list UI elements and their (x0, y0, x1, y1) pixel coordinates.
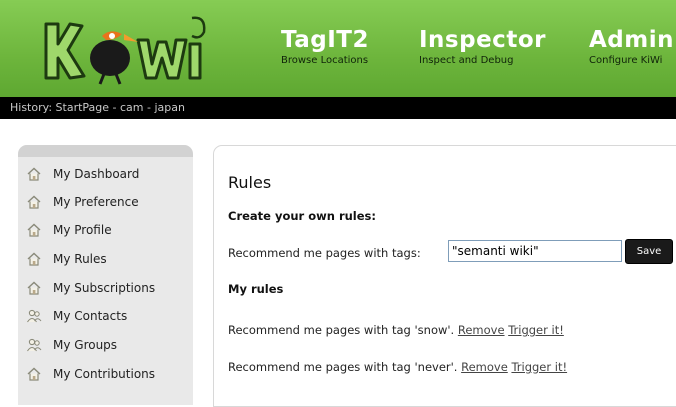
create-rules-heading: Create your own rules: (228, 209, 376, 223)
sidebar-top-strip (18, 145, 193, 157)
users-icon (27, 338, 42, 352)
rules-panel: Rules Create your own rules: Recommend m… (213, 145, 676, 407)
sidebar-item-label: My Profile (53, 223, 112, 237)
rule-item: Recommend me pages with tag 'snow'. Remo… (228, 323, 564, 337)
sidebar-item-contacts[interactable]: My Contacts (18, 302, 193, 330)
nav-inspector-title: Inspector (419, 27, 546, 53)
nav-tagit2-subtitle: Browse Locations (281, 55, 369, 66)
remove-rule-link[interactable]: Remove (461, 360, 508, 374)
home-icon (27, 223, 41, 237)
tags-input[interactable] (448, 240, 622, 262)
app-header: TagIT2 Browse Locations Inspector Inspec… (0, 0, 676, 97)
kiwi-logo[interactable] (40, 14, 210, 88)
rule-item: Recommend me pages with tag 'never'. Rem… (228, 360, 567, 374)
sidebar-item-label: My Subscriptions (53, 281, 156, 295)
nav-tagit2[interactable]: TagIT2 Browse Locations (281, 27, 369, 67)
page-title: Rules (228, 173, 272, 192)
nav-tagit2-title: TagIT2 (281, 27, 369, 53)
sidebar-item-label: My Dashboard (53, 167, 140, 181)
trigger-rule-link[interactable]: Trigger it! (508, 323, 564, 337)
home-icon (27, 281, 41, 295)
home-icon (27, 367, 41, 381)
recommend-tags-label: Recommend me pages with tags: (228, 246, 421, 260)
trigger-rule-link[interactable]: Trigger it! (511, 360, 567, 374)
remove-rule-link[interactable]: Remove (458, 323, 505, 337)
sidebar-item-label: My Contacts (53, 309, 128, 323)
sidebar-item-label: My Groups (53, 338, 118, 352)
sidebar-item-groups[interactable]: My Groups (18, 331, 193, 359)
sidebar-item-label: My Rules (53, 252, 107, 266)
sidebar-item-profile[interactable]: My Profile (18, 216, 193, 244)
nav-admin-subtitle: Configure KiWi (589, 55, 663, 66)
rule-text: Recommend me pages with tag 'snow'. (228, 323, 455, 337)
nav-inspector-subtitle: Inspect and Debug (419, 55, 514, 66)
sidebar-item-contributions[interactable]: My Contributions (18, 360, 193, 388)
sidebar-item-label: My Contributions (53, 367, 156, 381)
sidebar-item-subscriptions[interactable]: My Subscriptions (18, 274, 193, 302)
sidebar-item-preference[interactable]: My Preference (18, 188, 193, 216)
rule-text: Recommend me pages with tag 'never'. (228, 360, 458, 374)
sidebar-item-rules[interactable]: My Rules (18, 245, 193, 273)
nav-admin-title: Admin (589, 27, 674, 53)
users-icon (27, 309, 42, 323)
sidebar-item-label: My Preference (53, 195, 139, 209)
history-breadcrumb: History: StartPage - cam - japan (0, 97, 676, 119)
home-icon (27, 252, 41, 266)
kiwi-bird-icon (90, 31, 138, 85)
save-button[interactable]: Save (625, 239, 673, 264)
home-icon (27, 195, 41, 209)
sidebar-item-dashboard[interactable]: My Dashboard (18, 160, 193, 188)
nav-inspector[interactable]: Inspector Inspect and Debug (419, 27, 546, 67)
home-icon (27, 167, 41, 181)
nav-admin[interactable]: Admin Configure KiWi (589, 27, 674, 67)
sidebar: My Dashboard My Preference My Profile My… (18, 145, 193, 405)
my-rules-heading: My rules (228, 282, 284, 296)
